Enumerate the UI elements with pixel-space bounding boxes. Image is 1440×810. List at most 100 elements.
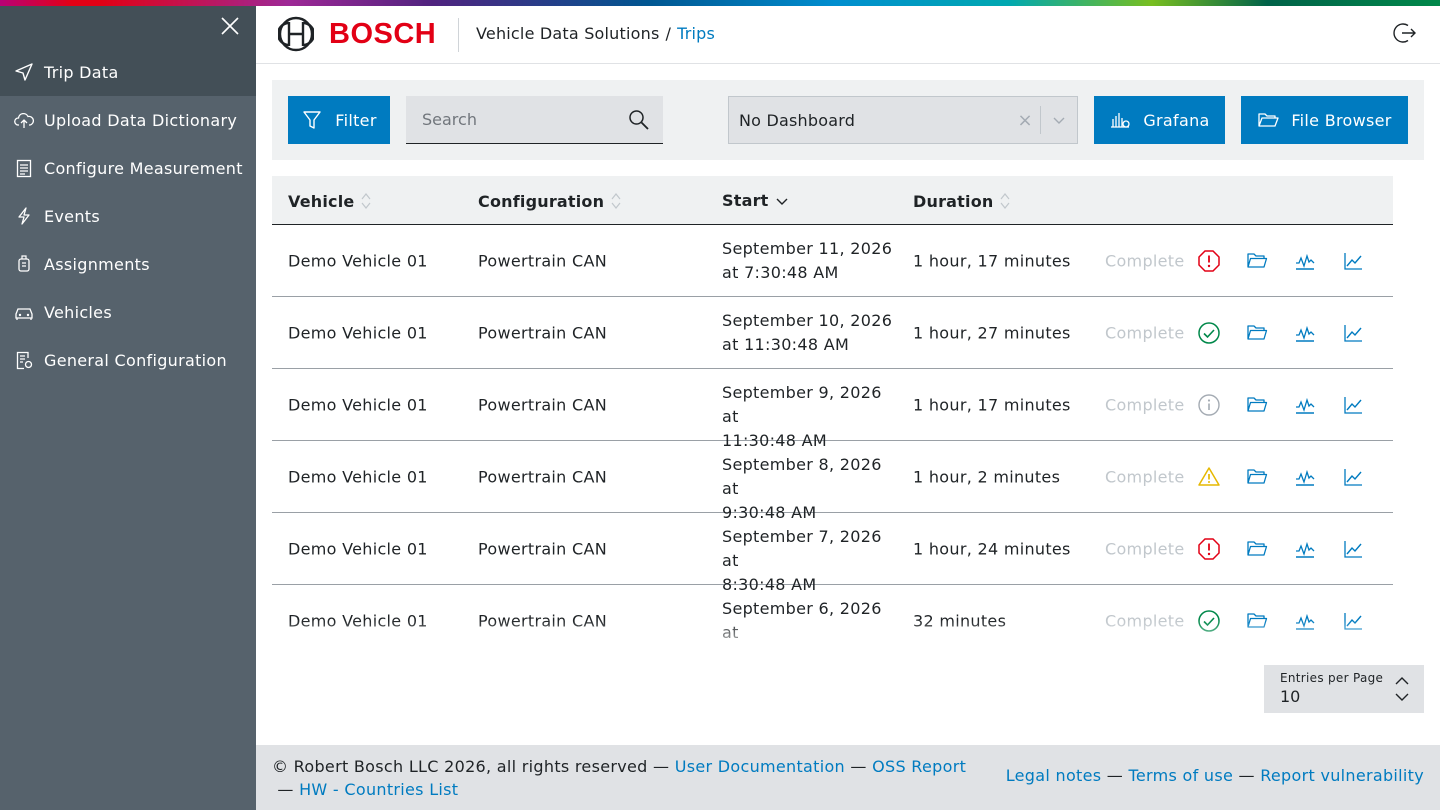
search-icon[interactable] bbox=[627, 108, 651, 132]
copyright-text: © Robert Bosch LLC 2026, all rights rese… bbox=[272, 757, 648, 776]
column-header-configuration[interactable]: Configuration bbox=[478, 191, 622, 211]
sidebar-item-label: Vehicles bbox=[44, 302, 112, 322]
cell-vehicle: Demo Vehicle 01 bbox=[288, 539, 428, 558]
sort-descending-icon bbox=[775, 194, 789, 208]
clear-icon[interactable]: × bbox=[1010, 110, 1040, 131]
cloud-upload-icon bbox=[14, 110, 34, 130]
dashboard-select-value: No Dashboard bbox=[739, 110, 856, 130]
signal-view-icon[interactable] bbox=[1293, 609, 1317, 633]
cell-configuration: Powertrain CAN bbox=[478, 467, 607, 486]
open-folder-icon[interactable] bbox=[1245, 465, 1269, 489]
entries-per-page-label: Entries per Page bbox=[1280, 671, 1384, 685]
table-row[interactable]: Demo Vehicle 01 Powertrain CAN September 1… bbox=[272, 225, 1393, 297]
cell-duration: 1 hour, 17 minutes bbox=[913, 251, 1071, 270]
table-header: Vehicle Configuration Start Duration bbox=[272, 176, 1393, 225]
car-icon bbox=[14, 302, 34, 322]
breadcrumb-current[interactable]: Trips bbox=[677, 24, 715, 43]
sidebar-header bbox=[0, 6, 256, 48]
trips-table: Vehicle Configuration Start Duration Dem… bbox=[272, 176, 1393, 649]
column-header-start[interactable]: Start bbox=[722, 191, 789, 210]
chevron-down-icon[interactable] bbox=[1041, 112, 1077, 128]
bosch-armature-icon bbox=[278, 16, 314, 52]
cell-duration: 1 hour, 24 minutes bbox=[913, 539, 1071, 558]
trend-chart-icon[interactable] bbox=[1341, 249, 1365, 273]
trips-table-viewport[interactable]: Vehicle Configuration Start Duration Dem… bbox=[272, 176, 1393, 649]
send-icon bbox=[14, 62, 34, 82]
sidebar-nav: Trip Data Upload Data Dictionary Configu… bbox=[0, 48, 256, 384]
chevron-up-down-icon[interactable] bbox=[1394, 675, 1410, 703]
terms-of-use-link[interactable]: Terms of use bbox=[1128, 766, 1233, 785]
entries-per-page-select[interactable]: Entries per Page 10 bbox=[1264, 665, 1424, 713]
hw-countries-list-link[interactable]: HW - Countries List bbox=[299, 780, 458, 799]
footer-separator: — bbox=[1106, 766, 1124, 785]
sidebar-item-configure-measurement[interactable]: Configure Measurement bbox=[0, 144, 256, 192]
cell-status: Complete bbox=[1105, 323, 1185, 342]
open-folder-icon[interactable] bbox=[1245, 249, 1269, 273]
sidebar-item-label: General Configuration bbox=[44, 350, 227, 370]
sidebar-item-trip-data[interactable]: Trip Data bbox=[0, 48, 256, 96]
sidebar-item-general-configuration[interactable]: General Configuration bbox=[0, 336, 256, 384]
column-header-vehicle[interactable]: Vehicle bbox=[288, 191, 372, 211]
search-input[interactable] bbox=[406, 96, 616, 143]
sidebar-item-assignments[interactable]: Assignments bbox=[0, 240, 256, 288]
cell-duration: 32 minutes bbox=[913, 611, 1007, 630]
signal-view-icon[interactable] bbox=[1293, 465, 1317, 489]
table-row[interactable]: Demo Vehicle 01 Powertrain CAN September 8… bbox=[272, 441, 1393, 522]
search-field[interactable] bbox=[406, 96, 663, 144]
dashboard-select[interactable]: No Dashboard × bbox=[728, 96, 1078, 144]
trend-chart-icon[interactable] bbox=[1341, 465, 1365, 489]
clipboard-list-icon bbox=[14, 158, 34, 178]
cell-configuration: Powertrain CAN bbox=[478, 251, 607, 270]
trend-chart-icon[interactable] bbox=[1341, 537, 1365, 561]
error-status-icon bbox=[1197, 249, 1221, 273]
signal-view-icon[interactable] bbox=[1293, 393, 1317, 417]
app-header: BOSCH Vehicle Data Solutions / Trips bbox=[256, 6, 1440, 64]
open-folder-icon[interactable] bbox=[1245, 393, 1269, 417]
file-browser-button[interactable]: File Browser bbox=[1241, 96, 1408, 144]
sidebar-item-upload-data-dictionary[interactable]: Upload Data Dictionary bbox=[0, 96, 256, 144]
column-header-label: Start bbox=[722, 191, 769, 210]
open-folder-icon[interactable] bbox=[1245, 321, 1269, 345]
signal-view-icon[interactable] bbox=[1293, 537, 1317, 561]
cell-start-line1: September 9, 2026 at bbox=[722, 383, 882, 426]
signal-view-icon[interactable] bbox=[1293, 249, 1317, 273]
sidebar-item-vehicles[interactable]: Vehicles bbox=[0, 288, 256, 336]
column-header-duration[interactable]: Duration bbox=[913, 191, 1011, 211]
open-folder-icon[interactable] bbox=[1245, 609, 1269, 633]
bosch-logo[interactable]: BOSCH bbox=[278, 16, 436, 52]
cell-status: Complete bbox=[1105, 251, 1185, 270]
cell-start-line1: September 11, 2026 bbox=[722, 239, 893, 258]
table-row[interactable]: Demo Vehicle 01 Powertrain CAN September 9… bbox=[272, 369, 1393, 450]
sidebar-item-label: Upload Data Dictionary bbox=[44, 110, 238, 130]
trend-chart-icon[interactable] bbox=[1341, 609, 1365, 633]
cell-start-line1: September 8, 2026 at bbox=[722, 455, 882, 498]
grafana-button[interactable]: Grafana bbox=[1094, 96, 1225, 144]
oss-report-link[interactable]: OSS Report bbox=[872, 757, 966, 776]
sidebar: Trip Data Upload Data Dictionary Configu… bbox=[0, 6, 256, 810]
open-folder-icon[interactable] bbox=[1245, 537, 1269, 561]
report-vulnerability-link[interactable]: Report vulnerability bbox=[1260, 766, 1424, 785]
footer-separator: — bbox=[277, 780, 294, 799]
filter-button[interactable]: Filter bbox=[288, 96, 390, 144]
trend-chart-icon[interactable] bbox=[1341, 321, 1365, 345]
table-row[interactable]: Demo Vehicle 01 Powertrain CAN September 7… bbox=[272, 513, 1393, 594]
sidebar-item-events[interactable]: Events bbox=[0, 192, 256, 240]
breadcrumb-root[interactable]: Vehicle Data Solutions bbox=[476, 24, 660, 43]
cell-vehicle: Demo Vehicle 01 bbox=[288, 395, 428, 414]
cell-status: Complete bbox=[1105, 395, 1185, 414]
close-icon[interactable] bbox=[218, 14, 242, 38]
legal-notes-link[interactable]: Legal notes bbox=[1006, 766, 1102, 785]
cell-vehicle: Demo Vehicle 01 bbox=[288, 251, 428, 270]
trend-chart-icon[interactable] bbox=[1341, 393, 1365, 417]
sidebar-item-label: Trip Data bbox=[44, 62, 119, 82]
cell-start-line2: at 11:30:48 AM bbox=[722, 335, 850, 354]
sort-icon bbox=[999, 191, 1011, 211]
table-row[interactable]: Demo Vehicle 01 Powertrain CAN September 6… bbox=[272, 585, 1393, 649]
table-row[interactable]: Demo Vehicle 01 Powertrain CAN September 1… bbox=[272, 297, 1393, 369]
info-status-icon bbox=[1197, 393, 1221, 417]
signal-view-icon[interactable] bbox=[1293, 321, 1317, 345]
user-documentation-link[interactable]: User Documentation bbox=[675, 757, 845, 776]
cell-start-line2: at 7:30:48 AM bbox=[722, 263, 839, 282]
logout-icon[interactable] bbox=[1392, 20, 1418, 46]
cell-duration: 1 hour, 2 minutes bbox=[913, 467, 1061, 486]
